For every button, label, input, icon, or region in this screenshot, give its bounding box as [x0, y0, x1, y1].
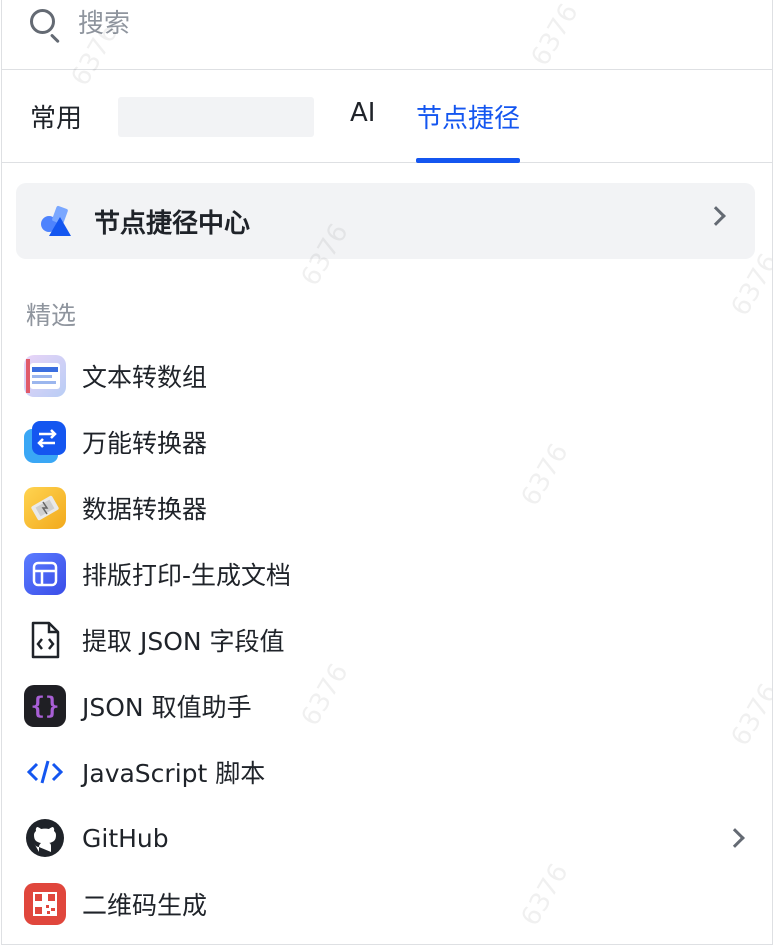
tab-ai[interactable]: AI — [350, 98, 375, 163]
list-item-github[interactable]: GitHub — [2, 805, 772, 871]
list-item-label: JSON 取值助手 — [82, 693, 252, 722]
shortcut-panel: 常用 AI 节点捷径 节点捷径中心 精选 文本转数组 万能转换器 — [1, 0, 773, 945]
list-item-label: GitHub — [82, 823, 169, 853]
json-braces-icon: {} — [24, 685, 66, 727]
watermark: 6376 — [725, 248, 773, 322]
tab-node-shortcuts[interactable]: 节点捷径 — [416, 98, 521, 163]
list-item-javascript[interactable]: JavaScript 脚本 — [2, 739, 772, 805]
github-icon — [24, 817, 66, 859]
tab-redacted[interactable] — [118, 97, 314, 137]
search-input[interactable] — [78, 8, 678, 39]
list-item-label: 排版打印-生成文档 — [82, 561, 292, 590]
tab-common[interactable]: 常用 — [30, 98, 82, 163]
list-item-label: 万能转换器 — [82, 429, 208, 458]
list-item-qr-code[interactable]: 二维码生成 — [2, 871, 772, 937]
qr-code-icon — [24, 883, 66, 925]
shortcut-center-icon — [40, 203, 76, 239]
data-converter-icon — [24, 487, 66, 529]
shortcut-list: 文本转数组 万能转换器 数据转换器 排版打印-生成文档 提取 JSON 字段值 — [2, 343, 772, 937]
list-item-label: 数据转换器 — [82, 495, 208, 524]
list-item-label: 文本转数组 — [82, 363, 208, 392]
list-item-extract-json-field[interactable]: 提取 JSON 字段值 — [2, 607, 772, 673]
chevron-right-icon — [706, 206, 726, 226]
tab-bar: 常用 AI 节点捷径 — [2, 70, 772, 163]
list-item-label: 提取 JSON 字段值 — [82, 627, 285, 656]
list-item-label: 二维码生成 — [82, 891, 208, 920]
shortcut-center-label: 节点捷径中心 — [94, 208, 251, 239]
search-icon — [28, 7, 62, 43]
layout-print-icon — [24, 553, 66, 595]
code-icon — [24, 751, 66, 793]
json-file-icon — [24, 619, 66, 661]
section-title-featured: 精选 — [26, 301, 77, 330]
search-bar[interactable] — [2, 0, 772, 70]
shortcut-center-link[interactable]: 节点捷径中心 — [16, 183, 755, 259]
list-item-universal-converter[interactable]: 万能转换器 — [2, 409, 772, 475]
text-to-array-icon — [24, 355, 66, 397]
list-item-json-helper[interactable]: {} JSON 取值助手 — [2, 673, 772, 739]
chevron-right-icon — [725, 828, 745, 848]
list-item-text-to-array[interactable]: 文本转数组 — [2, 343, 772, 409]
list-item-label: JavaScript 脚本 — [82, 759, 266, 788]
universal-converter-icon — [24, 421, 66, 463]
list-item-layout-print[interactable]: 排版打印-生成文档 — [2, 541, 772, 607]
list-item-data-converter[interactable]: 数据转换器 — [2, 475, 772, 541]
